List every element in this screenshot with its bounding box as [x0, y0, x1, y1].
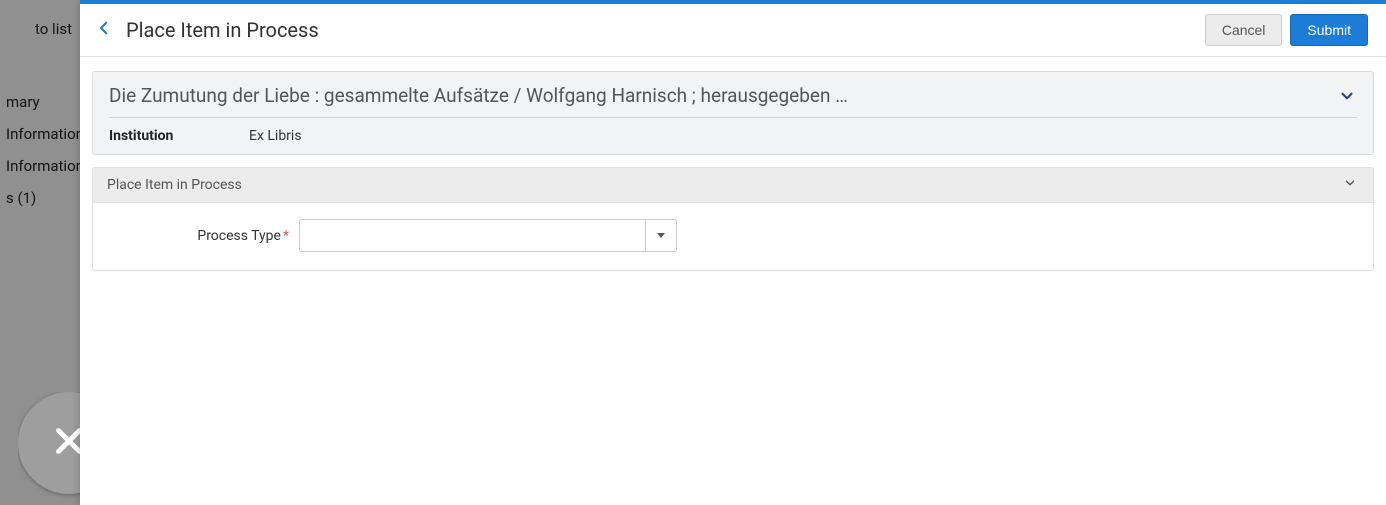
- section-header: Place Item in Process: [93, 168, 1373, 203]
- content-area: Die Zumutung der Liebe : gesammelte Aufs…: [80, 57, 1386, 285]
- modal-panel: Place Item in Process Cancel Submit Die …: [80, 0, 1386, 505]
- section-body: Process Type*: [93, 203, 1373, 270]
- modal-header: Place Item in Process Cancel Submit: [80, 4, 1386, 57]
- caret-down-icon: [657, 233, 665, 238]
- summary-expand-toggle[interactable]: [1335, 86, 1359, 110]
- process-type-row: Process Type*: [111, 219, 1355, 252]
- process-type-input[interactable]: [299, 219, 645, 252]
- item-title: Die Zumutung der Liebe : gesammelte Aufs…: [109, 84, 1357, 118]
- back-button[interactable]: [90, 16, 118, 44]
- item-summary-card: Die Zumutung der Liebe : gesammelte Aufs…: [92, 71, 1374, 155]
- process-type-label: Process Type*: [159, 228, 299, 244]
- submit-button[interactable]: Submit: [1290, 14, 1368, 46]
- place-item-section: Place Item in Process Process Type*: [92, 167, 1374, 271]
- institution-value: Ex Libris: [249, 128, 302, 144]
- process-type-dropdown-button[interactable]: [645, 219, 677, 252]
- section-title: Place Item in Process: [107, 177, 242, 193]
- institution-label: Institution: [109, 128, 249, 144]
- required-asterisk: *: [283, 228, 289, 244]
- institution-field: Institution Ex Libris: [109, 128, 1357, 144]
- chevron-down-icon: [1338, 87, 1356, 109]
- section-collapse-toggle[interactable]: [1341, 176, 1359, 194]
- cancel-button[interactable]: Cancel: [1205, 14, 1283, 46]
- process-type-combobox[interactable]: [299, 219, 677, 252]
- chevron-down-icon: [1343, 176, 1357, 194]
- page-title: Place Item in Process: [126, 18, 1197, 42]
- chevron-left-icon: [95, 19, 113, 41]
